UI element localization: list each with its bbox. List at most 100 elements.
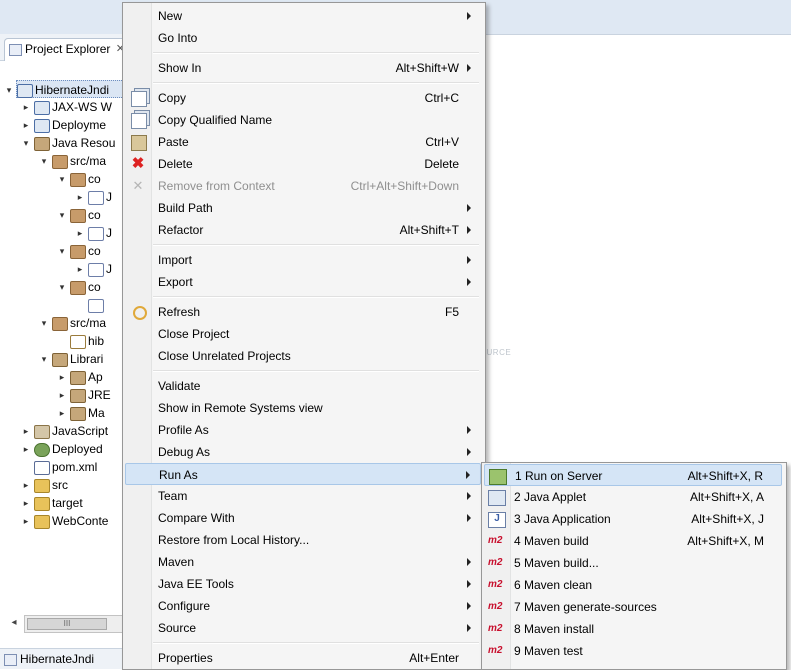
expand-icon[interactable]: ▸ — [57, 368, 67, 386]
submenu-arrow-icon — [467, 226, 471, 234]
horizontal-scrollbar[interactable]: III — [24, 615, 124, 633]
menu-item-run-as[interactable]: Run As — [125, 463, 481, 485]
copy-icon — [131, 113, 147, 129]
collapse-icon[interactable]: ▾ — [4, 81, 14, 99]
expand-icon[interactable]: ▸ — [75, 224, 85, 242]
tree-item[interactable]: ▾ HibernateJndi — [7, 80, 128, 98]
collapse-icon[interactable]: ▾ — [57, 170, 67, 188]
menu-item-close-project[interactable]: Close Project — [125, 323, 481, 345]
collapse-icon[interactable]: ▾ — [57, 278, 67, 296]
collapse-icon[interactable]: ▾ — [39, 152, 49, 170]
expand-icon[interactable]: ▸ — [21, 116, 31, 134]
menu-item-source[interactable]: Source — [125, 617, 481, 639]
collapse-icon[interactable]: ▾ — [57, 206, 67, 224]
menu-item-validate[interactable]: Validate — [125, 375, 481, 397]
project-explorer-tab[interactable]: Project Explorer ✕ — [4, 38, 128, 61]
menu-item-shortcut: Ctrl+Alt+Shift+Down — [350, 179, 459, 193]
collapse-icon[interactable]: ▾ — [39, 350, 49, 368]
folder-icon — [34, 479, 50, 493]
tree-item-label: co — [88, 172, 101, 186]
submenu-item-6-maven-clean[interactable]: m2 6 Maven clean — [484, 574, 782, 596]
remove-icon: ✕ — [132, 178, 144, 193]
menu-item-refactor[interactable]: Refactor Alt+Shift+T — [125, 219, 481, 241]
menu-item-import[interactable]: Import — [125, 249, 481, 271]
submenu-item-3-java-application[interactable]: J 3 Java Application Alt+Shift+X, J — [484, 508, 782, 530]
menu-item-label: Team — [158, 489, 188, 503]
jaxws-icon — [34, 101, 50, 115]
expand-icon[interactable]: ▸ — [21, 476, 31, 494]
submenu-arrow-icon — [467, 558, 471, 566]
menu-item-new[interactable]: New — [125, 5, 481, 27]
expand-icon[interactable]: ▸ — [57, 404, 67, 422]
submenu-arrow-icon — [467, 580, 471, 588]
menu-item-profile-as[interactable]: Profile As — [125, 419, 481, 441]
libraries-icon — [52, 353, 68, 367]
submenu-item-7-maven-generate-sources[interactable]: m2 7 Maven generate-sources — [484, 596, 782, 618]
expand-icon[interactable]: ▸ — [75, 188, 85, 206]
library-icon — [70, 389, 86, 403]
scroll-left-icon[interactable]: ◂ — [6, 615, 22, 631]
submenu-item-label: 8 Maven install — [514, 622, 595, 636]
submenu-item-5-maven-build[interactable]: m2 5 Maven build... — [484, 552, 782, 574]
menu-item-java-ee-tools[interactable]: Java EE Tools — [125, 573, 481, 595]
menu-item-label: Show In — [158, 61, 202, 75]
collapse-icon[interactable]: ▾ — [21, 134, 31, 152]
submenu-item-label: 3 Java Application — [514, 512, 611, 526]
submenu-item-shortcut: Alt+Shift+X, A — [689, 490, 764, 504]
menu-item-debug-as[interactable]: Debug As — [125, 441, 481, 463]
menu-item-close-unrelated-projects[interactable]: Close Unrelated Projects — [125, 345, 481, 367]
menu-item-go-into[interactable]: Go Into — [125, 27, 481, 49]
menu-item-label: Profile As — [158, 423, 209, 437]
menu-separator — [153, 244, 479, 246]
scrollbar-thumb[interactable]: III — [27, 618, 107, 630]
menu-item-compare-with[interactable]: Compare With — [125, 507, 481, 529]
expand-icon[interactable]: ▸ — [21, 512, 31, 530]
menu-item-copy[interactable]: Copy Ctrl+C — [125, 87, 481, 109]
tree-item-label: hib — [88, 334, 105, 348]
collapse-icon[interactable]: ▾ — [39, 314, 49, 332]
menu-item-configure[interactable]: Configure — [125, 595, 481, 617]
submenu-item-9-maven-test[interactable]: m2 9 Maven test — [484, 640, 782, 662]
submenu-item-4-maven-build[interactable]: m2 4 Maven build Alt+Shift+X, M — [484, 530, 782, 552]
menu-item-label: Refactor — [158, 223, 204, 237]
submenu-item-label: 7 Maven generate-sources — [514, 600, 657, 614]
bottom-panel-tab[interactable]: HibernateJndi — [0, 648, 130, 669]
expand-icon[interactable]: ▸ — [21, 494, 31, 512]
menu-item-shortcut: Alt+Enter — [409, 651, 459, 665]
submenu-item-2-java-applet[interactable]: 2 Java Applet Alt+Shift+X, A — [484, 486, 782, 508]
menu-item-label: Copy Qualified Name — [158, 113, 273, 127]
menu-item-delete[interactable]: ✖ Delete Delete — [125, 153, 481, 175]
menu-item-refresh[interactable]: Refresh F5 — [125, 301, 481, 323]
submenu-item-shortcut: Alt+Shift+X, M — [687, 534, 764, 548]
menu-item-build-path[interactable]: Build Path — [125, 197, 481, 219]
menu-item-properties[interactable]: Properties Alt+Enter — [125, 647, 481, 669]
menu-item-show-in-remote-systems-view[interactable]: Show in Remote Systems view — [125, 397, 481, 419]
run-on-server-icon — [489, 469, 507, 485]
menu-item-export[interactable]: Export — [125, 271, 481, 293]
submenu-item-1-run-on-server[interactable]: 1 Run on Server Alt+Shift+X, R — [484, 464, 782, 486]
maven-m2-icon: m2 — [488, 535, 503, 546]
menu-item-label: Source — [158, 621, 197, 635]
refresh-icon — [133, 306, 147, 320]
menu-item-team[interactable]: Team — [125, 485, 481, 507]
menu-item-shortcut: Alt+Shift+T — [399, 223, 459, 237]
expand-icon[interactable]: ▸ — [57, 386, 67, 404]
maven-m2-icon: m2 — [488, 557, 503, 568]
menu-item-maven[interactable]: Maven — [125, 551, 481, 573]
menu-item-show-in[interactable]: Show In Alt+Shift+W — [125, 57, 481, 79]
collapse-icon[interactable]: ▾ — [57, 242, 67, 260]
expand-icon[interactable]: ▸ — [21, 422, 31, 440]
tree-item-label: co — [88, 244, 101, 258]
tree-item-label: src — [52, 478, 68, 492]
expand-icon[interactable]: ▸ — [75, 260, 85, 278]
menu-item-paste[interactable]: Paste Ctrl+V — [125, 131, 481, 153]
expand-icon[interactable]: ▸ — [21, 98, 31, 116]
tree-item-label: HibernateJndi — [35, 83, 110, 97]
submenu-item-8-maven-install[interactable]: m2 8 Maven install — [484, 618, 782, 640]
menu-item-restore-from-local-history[interactable]: Restore from Local History... — [125, 529, 481, 551]
tree-item-label: Java Resou — [52, 136, 116, 150]
menu-separator — [153, 296, 479, 298]
menu-item-copy-qualified-name[interactable]: Copy Qualified Name — [125, 109, 481, 131]
expand-icon[interactable]: ▸ — [21, 440, 31, 458]
